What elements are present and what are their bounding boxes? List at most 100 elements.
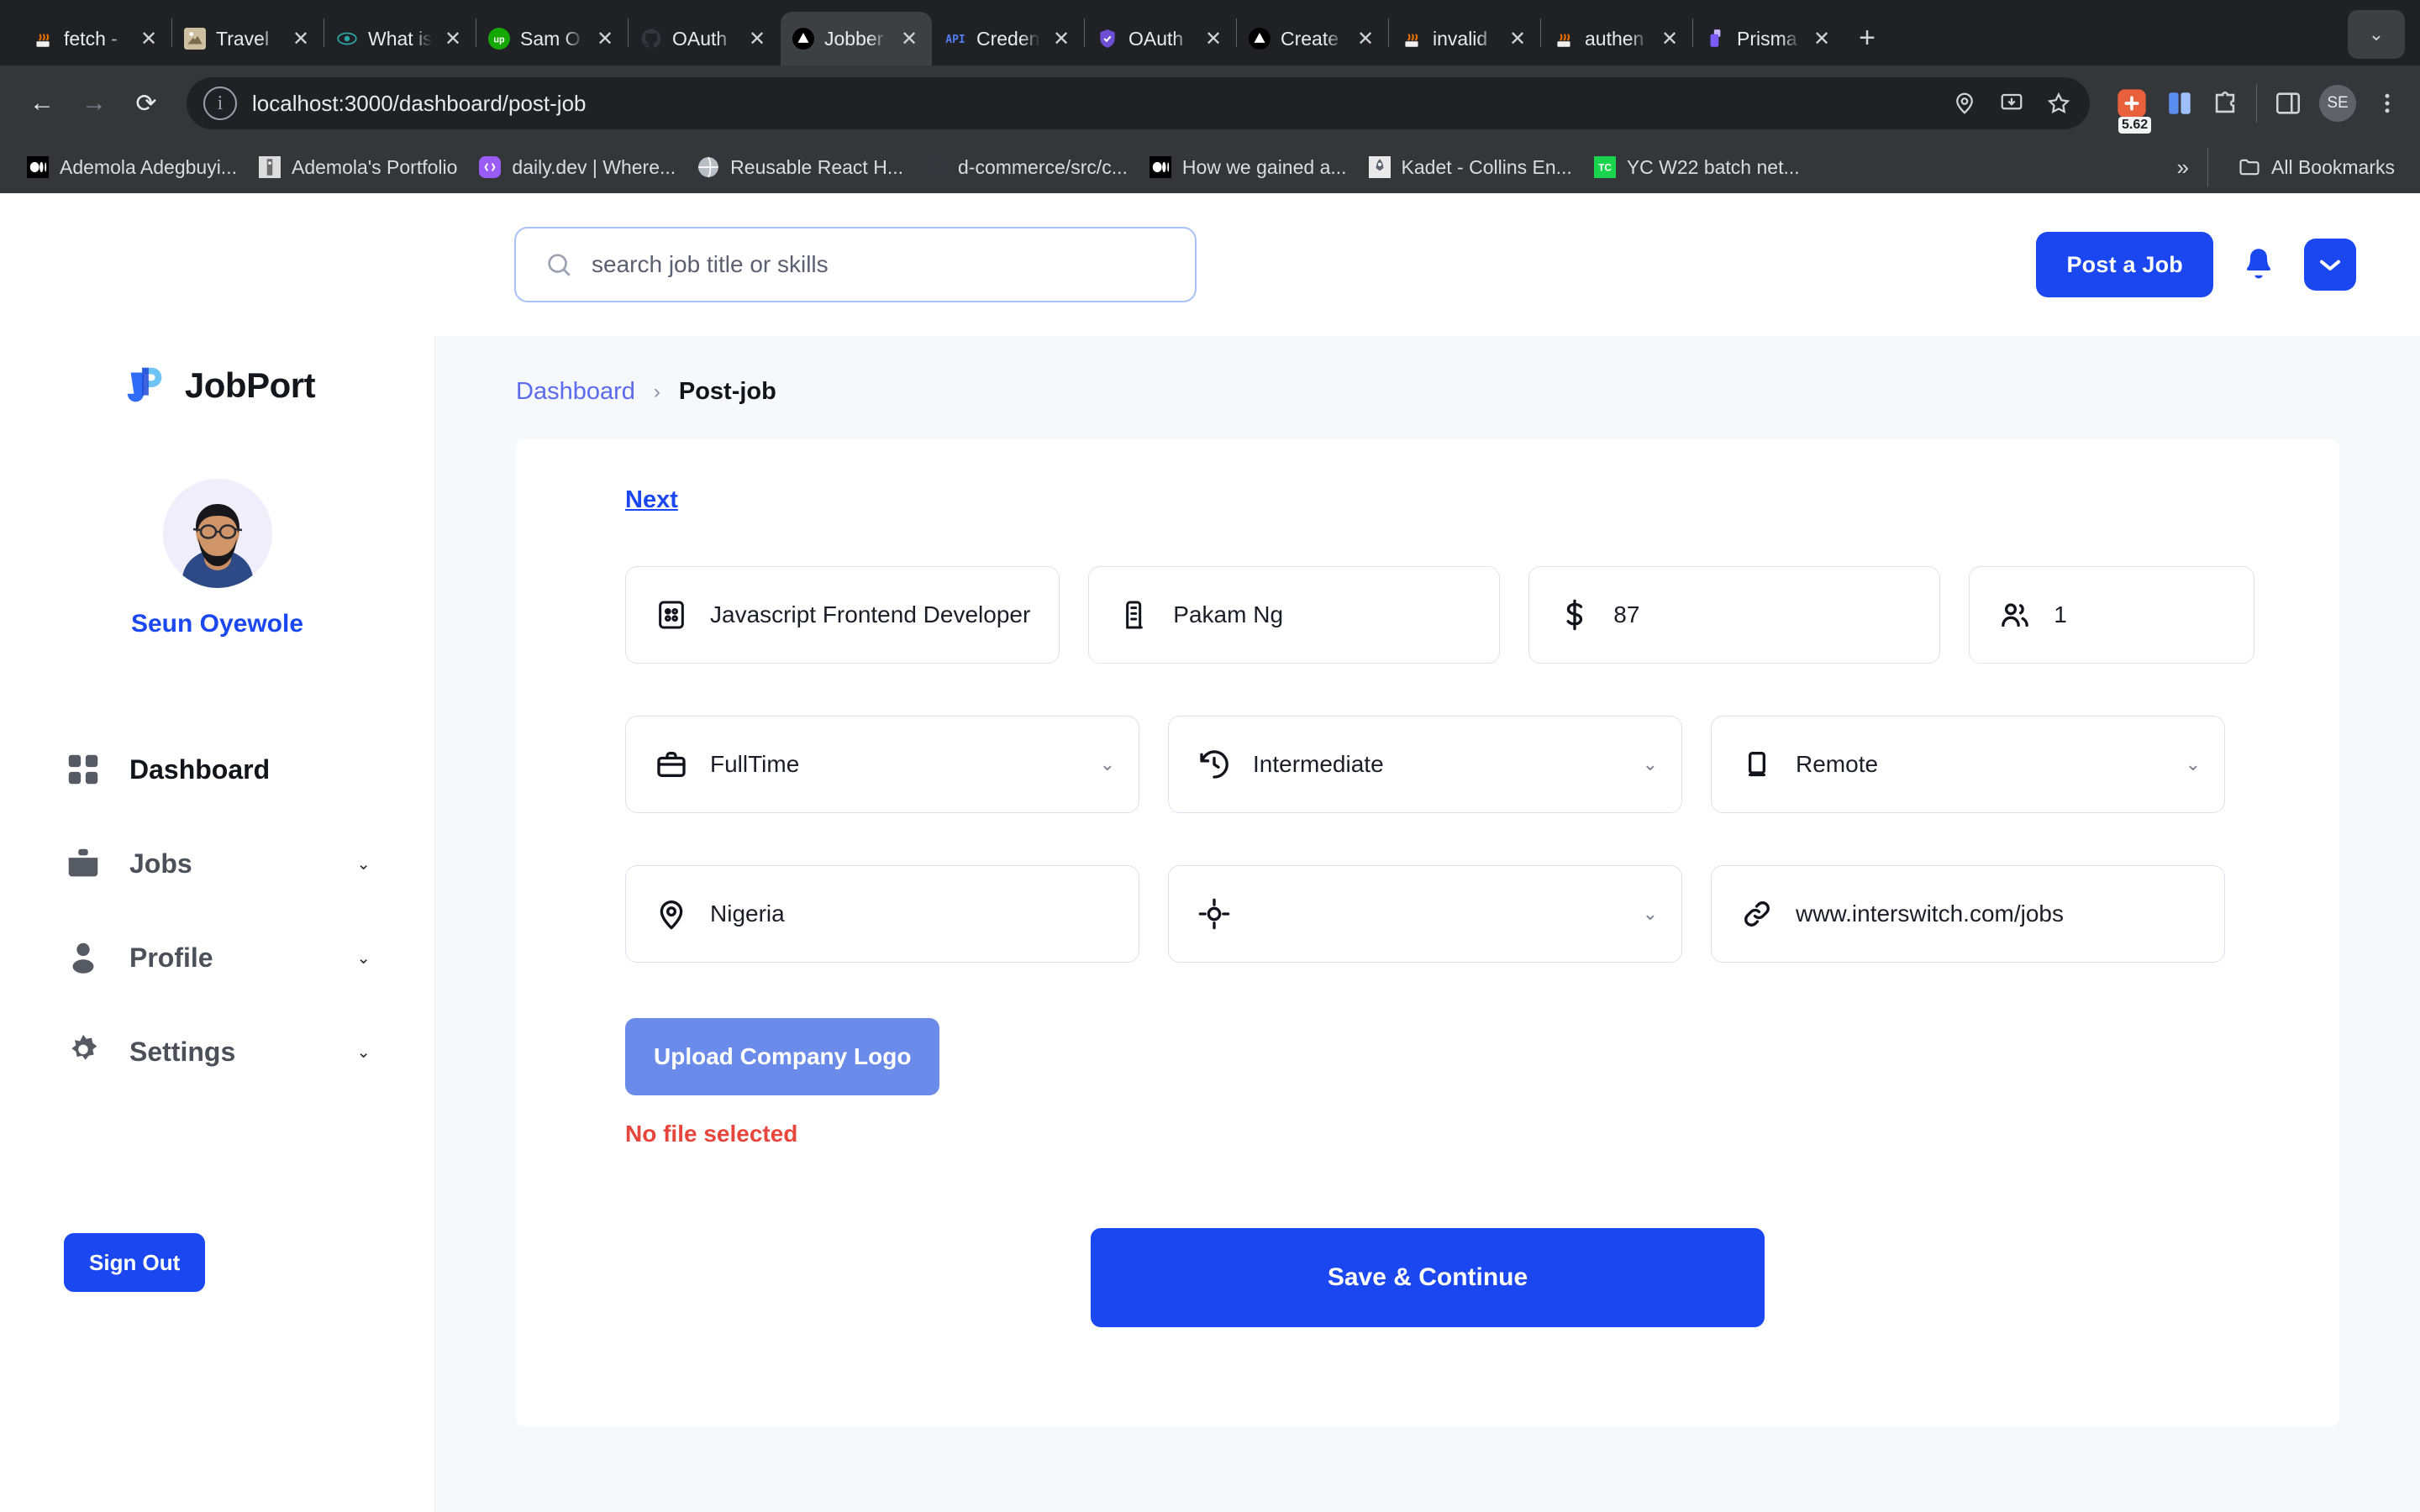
toolbar-divider bbox=[2256, 84, 2257, 123]
tab-title: Creden bbox=[976, 28, 1040, 50]
forward-button[interactable]: → bbox=[71, 80, 118, 127]
search-input[interactable]: search job title or skills bbox=[514, 227, 1197, 302]
bookmark-item[interactable]: Ademola's Portfolio bbox=[247, 150, 467, 185]
upload-company-logo-button[interactable]: Upload Company Logo bbox=[625, 1018, 939, 1095]
tab-close-button[interactable]: ✕ bbox=[288, 26, 313, 51]
user-name: Seun Oyewole bbox=[131, 610, 303, 638]
tab-title: Sam O bbox=[520, 28, 584, 50]
chevron-down-icon[interactable]: ⌄ bbox=[2186, 753, 2201, 775]
install-app-icon[interactable] bbox=[1997, 89, 2026, 118]
post-a-job-button[interactable]: Post a Job bbox=[2036, 232, 2213, 297]
svg-text:up: up bbox=[493, 34, 505, 45]
breadcrumb: Dashboard › Post-job bbox=[435, 336, 2420, 439]
bookmark-item[interactable]: d-commerce/src/c... bbox=[913, 150, 1138, 185]
sidebar-item-jobs[interactable]: Jobs⌄ bbox=[64, 816, 371, 911]
tab-close-button[interactable]: ✕ bbox=[1353, 26, 1378, 51]
extension-icon[interactable]: 5.62 bbox=[2115, 87, 2149, 120]
tab-close-button[interactable]: ✕ bbox=[440, 26, 466, 51]
medium-icon bbox=[1148, 155, 1173, 180]
tab-search-button[interactable]: ⌄ bbox=[2348, 10, 2405, 59]
app-logo[interactable]: JobPort bbox=[119, 360, 315, 412]
sidebar-item-profile[interactable]: Profile⌄ bbox=[64, 911, 371, 1005]
bookmark-item[interactable]: TCYC W22 batch net... bbox=[1582, 150, 1810, 185]
tab-close-button[interactable]: ✕ bbox=[1809, 26, 1834, 51]
state-field[interactable]: ⌄ bbox=[1168, 865, 1682, 963]
bookmark-item[interactable]: How we gained a... bbox=[1138, 150, 1357, 185]
browser-tab[interactable]: Prisma✕ bbox=[1693, 12, 1844, 66]
site-info-icon[interactable]: i bbox=[203, 87, 237, 120]
extension-blue-icon[interactable] bbox=[2165, 89, 2194, 118]
tab-close-button[interactable]: ✕ bbox=[744, 26, 770, 51]
bookmark-item[interactable]: Ademola Adegbuyi... bbox=[15, 150, 247, 185]
tab-close-button[interactable]: ✕ bbox=[136, 26, 161, 51]
tab-close-button[interactable]: ✕ bbox=[1657, 26, 1682, 51]
reload-button[interactable]: ⟳ bbox=[123, 80, 170, 127]
shield-icon bbox=[1095, 26, 1120, 51]
chevron-down-icon[interactable]: ⌄ bbox=[1643, 753, 1658, 775]
bookmark-item[interactable]: Reusable React H... bbox=[686, 150, 913, 185]
salary-field[interactable]: 87 bbox=[1528, 566, 1940, 664]
all-bookmarks-button[interactable]: All Bookmarks bbox=[2227, 150, 2405, 185]
form-row-2: FullTime⌄ Intermediate⌄ Remote⌄ bbox=[625, 716, 2230, 813]
tab-close-button[interactable]: ✕ bbox=[1201, 26, 1226, 51]
browser-tab[interactable]: OAuth✕ bbox=[629, 12, 780, 66]
chevron-down-icon[interactable]: ⌄ bbox=[1643, 903, 1658, 925]
bookmarks-bar: Ademola Adegbuyi...Ademola's Portfolioda… bbox=[0, 141, 2420, 193]
browser-tab[interactable]: fetch -✕ bbox=[20, 12, 171, 66]
tab-close-button[interactable]: ✕ bbox=[592, 26, 618, 51]
browser-tab[interactable]: invalid✕ bbox=[1389, 12, 1540, 66]
java-icon bbox=[30, 26, 55, 51]
browser-tab[interactable]: Travel✕ bbox=[172, 12, 324, 66]
id-card-icon bbox=[655, 598, 688, 632]
browser-tab[interactable]: up Sam O ✕ bbox=[476, 12, 628, 66]
notifications-bell-icon[interactable] bbox=[2238, 244, 2279, 285]
bookmark-item[interactable]: daily.dev | Where... bbox=[467, 150, 686, 185]
side-panel-icon[interactable] bbox=[2274, 89, 2302, 118]
job-type-field[interactable]: FullTime⌄ bbox=[625, 716, 1139, 813]
openings-field[interactable]: 1 bbox=[1969, 566, 2254, 664]
browser-tab[interactable]: What is✕ bbox=[324, 12, 476, 66]
browser-tab[interactable]: authen✕ bbox=[1541, 12, 1692, 66]
tab-close-button[interactable]: ✕ bbox=[897, 26, 922, 51]
save-and-continue-button[interactable]: Save & Continue bbox=[1091, 1228, 1765, 1327]
next-link[interactable]: Next bbox=[625, 486, 678, 513]
java-icon bbox=[1399, 26, 1424, 51]
bookmark-label: Kadet - Collins En... bbox=[1402, 156, 1572, 179]
browser-tab[interactable]: Create✕ bbox=[1237, 12, 1388, 66]
extensions-puzzle-icon[interactable] bbox=[2211, 89, 2239, 118]
sign-out-button[interactable]: Sign Out bbox=[64, 1233, 205, 1292]
chrome-menu-icon[interactable] bbox=[2373, 89, 2402, 118]
browser-tab[interactable]: OAuth✕ bbox=[1085, 12, 1236, 66]
tab-title: Jobber bbox=[824, 28, 888, 50]
browser-tab[interactable]: APICreden✕ bbox=[933, 12, 1084, 66]
breadcrumb-dashboard-link[interactable]: Dashboard bbox=[516, 378, 635, 406]
address-bar[interactable]: i localhost:3000/dashboard/post-job bbox=[187, 77, 2090, 129]
experience-level-field[interactable]: Intermediate⌄ bbox=[1168, 716, 1682, 813]
work-mode-field[interactable]: Remote⌄ bbox=[1711, 716, 2225, 813]
job-url-field[interactable]: www.interswitch.com/jobs bbox=[1711, 865, 2225, 963]
country-field[interactable]: Nigeria bbox=[625, 865, 1139, 963]
tab-close-button[interactable]: ✕ bbox=[1049, 26, 1074, 51]
chevron-down-icon[interactable]: ⌄ bbox=[356, 1042, 371, 1063]
browser-window: fetch -✕Travel✕What is✕upSam O✕OAuth✕Job… bbox=[0, 0, 2420, 1512]
chevron-down-icon[interactable]: ⌄ bbox=[1100, 753, 1115, 775]
sidebar-item-settings[interactable]: Settings⌄ bbox=[64, 1005, 371, 1099]
back-button[interactable]: ← bbox=[18, 80, 66, 127]
medium-icon bbox=[25, 155, 50, 180]
globe-icon bbox=[696, 155, 721, 180]
bookmarks-overflow-button[interactable]: » bbox=[2177, 155, 2189, 181]
browser-tab-active[interactable]: Jobber ✕ bbox=[781, 12, 932, 66]
sidebar-item-dashboard[interactable]: Dashboard bbox=[64, 722, 371, 816]
company-name-field[interactable]: Pakam Ng bbox=[1088, 566, 1500, 664]
location-icon[interactable] bbox=[1950, 89, 1979, 118]
messages-icon[interactable] bbox=[2304, 239, 2356, 291]
new-tab-button[interactable]: + bbox=[1844, 15, 1890, 60]
tab-close-button[interactable]: ✕ bbox=[1505, 26, 1530, 51]
profile-avatar[interactable]: SE bbox=[2319, 85, 2356, 122]
bookmark-item[interactable]: Kadet - Collins En... bbox=[1357, 150, 1582, 185]
chevron-down-icon[interactable]: ⌄ bbox=[356, 948, 371, 969]
job-title-field[interactable]: Javascript Frontend Developer bbox=[625, 566, 1060, 664]
bookmark-star-icon[interactable] bbox=[2044, 89, 2073, 118]
map-pin-icon bbox=[655, 897, 688, 931]
chevron-down-icon[interactable]: ⌄ bbox=[356, 853, 371, 874]
